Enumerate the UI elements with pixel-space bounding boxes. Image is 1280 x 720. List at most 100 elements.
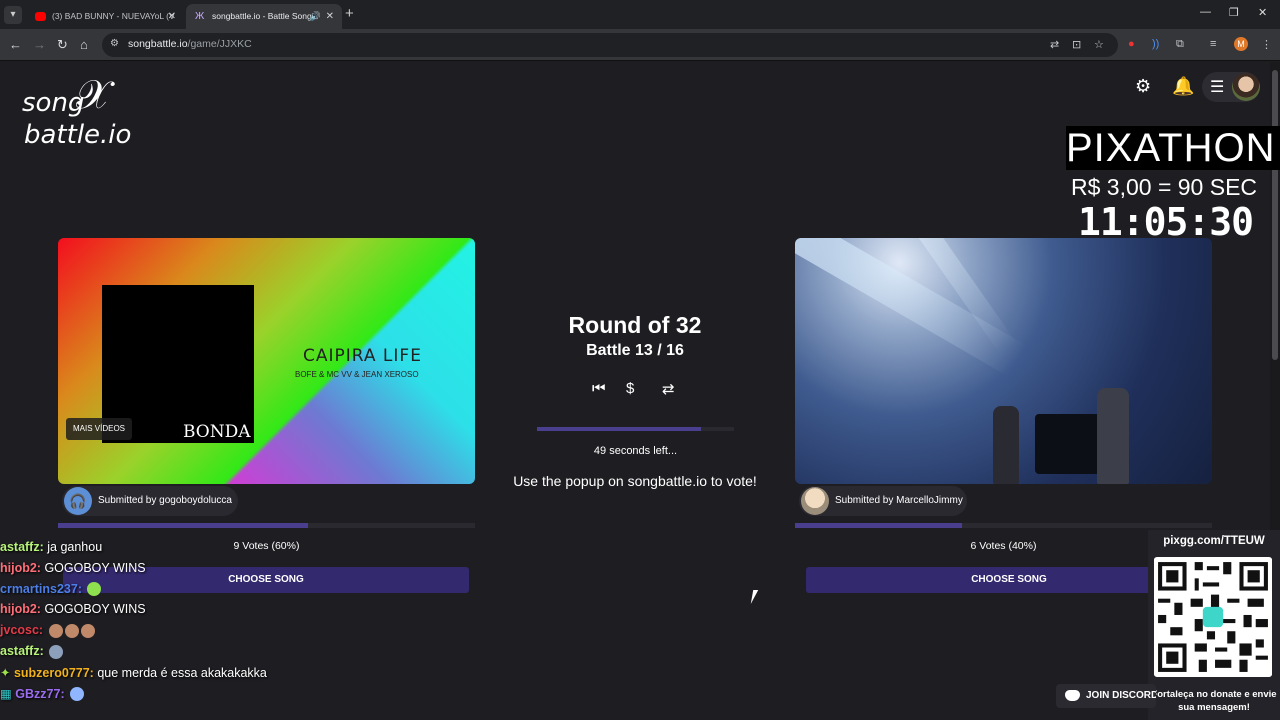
songbattle-icon: Ж xyxy=(195,11,205,22)
tab-search-button[interactable]: ▾ xyxy=(4,6,22,24)
settings-gear-icon[interactable]: ⚙ xyxy=(1135,76,1151,97)
chat-username: crmartins237: xyxy=(0,581,82,596)
speaker-icon[interactable]: 🔊 xyxy=(310,4,321,29)
chat-message: astaffz: xyxy=(0,641,300,662)
join-discord-button[interactable]: JOIN DISCORD xyxy=(1056,684,1156,708)
back-button[interactable]: ← xyxy=(9,37,22,52)
pixathon-price: R$ 3,00 = 90 SEC xyxy=(1071,174,1258,200)
logo-text-line1: song xyxy=(22,88,85,118)
right-submitter-label: Submitted by MarcelloJimmy xyxy=(835,495,963,506)
chat-username: GBzz77: xyxy=(15,686,65,701)
profile-avatar[interactable]: M xyxy=(1234,37,1248,51)
shuffle-icon[interactable]: ⇄ xyxy=(662,380,675,398)
browser-tab-bar: ▾ (3) BAD BUNNY - NUEVAYoL (V ✕ Ж songba… xyxy=(0,0,1280,29)
close-icon[interactable]: ✕ xyxy=(326,4,334,29)
video-title: CAIPIRA LIFE xyxy=(303,346,422,366)
donation-panel: pixgg.com/TTEUW Fortaleça no donate e en… xyxy=(1148,530,1280,720)
url-path: /game/JJXKC xyxy=(187,38,252,50)
left-vote-fill xyxy=(58,523,309,528)
round-title: Round of 32 xyxy=(568,312,702,338)
extensions-puzzle-icon[interactable]: ⧉ xyxy=(1176,38,1184,51)
new-tab-button[interactable]: + xyxy=(345,5,354,22)
left-song-video[interactable]: BONDA MAIS VÍDEOS CAIPIRA LIFE BOFE & MC… xyxy=(58,238,475,484)
site-info-icon[interactable]: ⚙ xyxy=(110,38,119,49)
left-submitter: 🎧 Submitted by gogoboydolucca xyxy=(62,486,238,516)
stream-chat: astaffz: ja ganhou hijob2: GOGOBOY WINS cr… xyxy=(0,537,300,705)
discord-icon xyxy=(1065,690,1080,701)
time-left: 49 seconds left... xyxy=(593,445,678,457)
translate-icon[interactable]: ⇄ xyxy=(1050,38,1059,51)
chat-message: crmartins237: xyxy=(0,579,300,600)
user-avatar[interactable] xyxy=(1232,73,1260,101)
chat-text: GOGOBOY WINS xyxy=(44,560,146,575)
reading-list-icon[interactable]: ≡ xyxy=(1210,38,1216,50)
chat-emote-icon xyxy=(64,623,79,638)
chat-message: ✦ subzero0777: que merda é essa akakakak… xyxy=(0,662,300,684)
left-submitter-label: Submitted by gogoboydolucca xyxy=(98,495,232,506)
chat-message: ▦ GBzz77: xyxy=(0,684,300,705)
chat-emote-icon xyxy=(80,623,95,638)
chat-emote-icon xyxy=(87,582,102,597)
video-artists: BOFE & MC VV & JEAN XEROSO xyxy=(295,370,419,379)
time-fill xyxy=(537,427,701,431)
close-window-button[interactable]: ✕ xyxy=(1258,6,1267,19)
battle-counter: Battle 13 / 16 xyxy=(586,342,684,359)
chat-username: astaffz: xyxy=(0,540,44,554)
address-bar[interactable]: ⚙ songbattle.io/game/JJXKC ⇄ ⊡ ☆ xyxy=(102,33,1118,57)
chat-emote-icon xyxy=(48,623,63,638)
chat-username: subzero0777: xyxy=(13,665,94,680)
url-host: songbattle.io xyxy=(128,38,188,50)
logo-text-line2: battle.io xyxy=(24,120,132,150)
browser-toolbar: ← → ↻ ⌂ ⚙ songbattle.io/game/JJXKC ⇄ ⊡ ☆… xyxy=(0,29,1280,61)
user-menu[interactable]: ☰ xyxy=(1202,72,1260,102)
headphones-avatar-icon: 🎧 xyxy=(64,487,92,515)
left-vote-bar xyxy=(58,523,475,528)
notifications-bell-icon[interactable]: 🔔 xyxy=(1172,76,1194,97)
user-avatar-icon xyxy=(801,487,829,515)
performer xyxy=(993,406,1019,484)
right-vote-bar xyxy=(795,523,1212,528)
chat-username: astaffz: xyxy=(0,643,44,658)
donate-icon[interactable]: $ xyxy=(626,380,634,397)
songbattle-logo[interactable]: 𝒳 song battle.io xyxy=(20,70,150,160)
chat-username: hijob2: xyxy=(0,602,41,617)
chat-message: astaffz: ja ganhou xyxy=(0,537,300,558)
youtube-icon xyxy=(35,12,46,21)
browser-menu-icon[interactable]: ⋮ xyxy=(1261,38,1272,51)
forward-button[interactable]: → xyxy=(33,37,46,52)
chat-text: ja ganhou xyxy=(47,540,103,554)
donation-url: pixgg.com/TTEUW xyxy=(1163,535,1265,547)
chat-text: que merda é essa akakakakka xyxy=(97,665,267,680)
tab-youtube[interactable]: (3) BAD BUNNY - NUEVAYoL (V ✕ xyxy=(26,4,184,29)
chat-badge-icon: ✦ xyxy=(0,665,14,680)
chat-message: hijob2: GOGOBOY WINS xyxy=(0,558,300,579)
hamburger-menu-icon[interactable]: ☰ xyxy=(1210,77,1224,97)
home-button[interactable]: ⌂ xyxy=(80,37,88,52)
chat-message: jvcosc: xyxy=(0,620,300,641)
restore-button[interactable]: ❐ xyxy=(1229,6,1239,19)
battle-controls: ⏮ $ ⇄ xyxy=(590,380,685,402)
bookmark-star-icon[interactable]: ☆ xyxy=(1094,38,1104,51)
extension-red-icon[interactable]: ● xyxy=(1128,38,1135,50)
chat-message: hijob2: GOGOBOY WINS xyxy=(0,599,300,620)
reload-button[interactable]: ↻ xyxy=(57,37,68,52)
chat-emote-icon xyxy=(49,644,64,659)
chat-text: GOGOBOY WINS xyxy=(44,602,146,617)
more-videos-button[interactable]: MAIS VÍDEOS xyxy=(66,418,133,440)
minimize-button[interactable]: — xyxy=(1200,6,1211,18)
chat-username: hijob2: xyxy=(0,560,41,575)
scrollbar-thumb[interactable] xyxy=(1272,70,1278,360)
extension-audio-icon[interactable]: )) xyxy=(1152,38,1159,50)
donation-note: Fortaleça no donate e envie sua mensagem… xyxy=(1151,689,1277,713)
time-bar xyxy=(537,427,734,431)
chat-username: jvcosc: xyxy=(0,623,44,638)
performer xyxy=(1097,388,1129,484)
skip-back-icon[interactable]: ⏮ xyxy=(592,380,606,397)
tab-songbattle[interactable]: Ж songbattle.io - Battle Songs 🔊 ✕ xyxy=(186,4,342,29)
install-app-icon[interactable]: ⊡ xyxy=(1072,38,1081,51)
cover-text: BONDA xyxy=(183,422,251,442)
chat-emote-icon xyxy=(70,687,85,702)
right-song-video[interactable] xyxy=(795,238,1212,484)
right-submitter: Submitted by MarcelloJimmy xyxy=(799,486,967,516)
close-icon[interactable]: ✕ xyxy=(168,4,176,29)
